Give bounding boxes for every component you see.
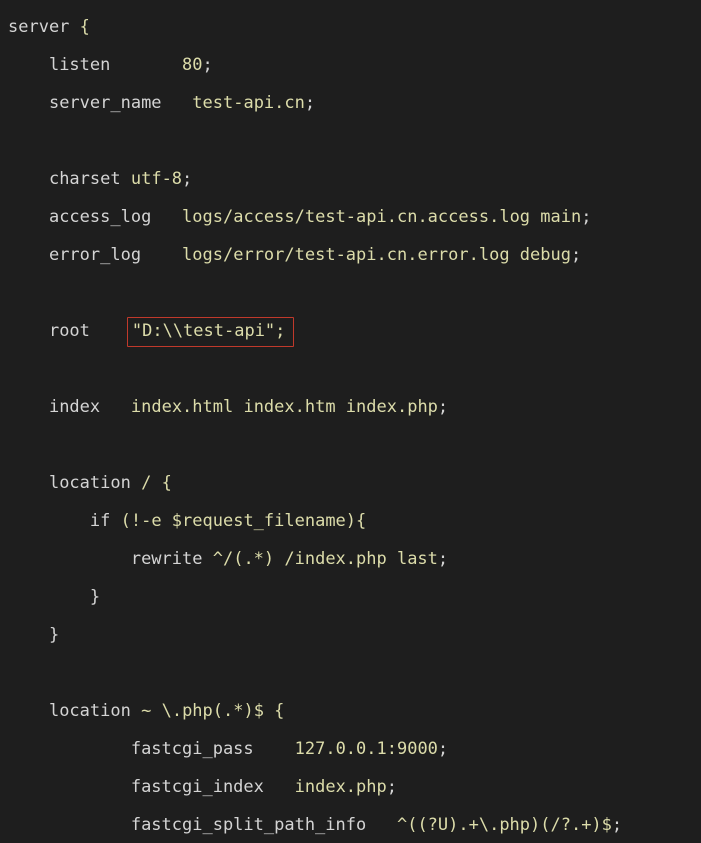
semicolon: ; — [438, 549, 448, 569]
value-access-log: logs/access/test-api.cn.access.log main — [182, 207, 581, 227]
value-rewrite: ^/(.*) /index.php last — [213, 549, 438, 569]
semicolon: ; — [438, 739, 448, 759]
directive-fastcgi-pass: fastcgi_pass — [131, 739, 254, 759]
directive-server-name: server_name — [49, 93, 162, 113]
directive-access-log: access_log — [49, 207, 151, 227]
semicolon: ; — [581, 207, 591, 227]
value-location-root: / { — [141, 473, 172, 493]
value-error-log: logs/error/test-api.cn.error.log debug — [182, 245, 571, 265]
value-if-condition: (!-e $request_filename){ — [121, 511, 367, 531]
pad — [264, 777, 284, 797]
directive-listen: listen — [49, 55, 110, 75]
semicolon: ; — [438, 397, 448, 417]
semicolon: ; — [571, 245, 581, 265]
highlighted-root-path: "D:\\test-api"; — [127, 317, 295, 347]
value-charset: utf-8 — [131, 169, 182, 189]
pad — [366, 815, 386, 835]
directive-if: if — [90, 511, 110, 531]
value-fastcgi-split-path-info: ^((?U).+\.php)(/?.+)$ — [397, 815, 612, 835]
value-fastcgi-index: index.php — [295, 777, 387, 797]
directive-location: location — [49, 473, 131, 493]
pad — [90, 321, 121, 341]
directive-location-php: location — [49, 701, 131, 721]
directive-fastcgi-index: fastcgi_index — [131, 777, 264, 797]
value-listen: 80 — [182, 55, 202, 75]
pad — [162, 93, 182, 113]
pad — [100, 397, 120, 417]
directive-index: index — [49, 397, 100, 417]
value-fastcgi-pass: 127.0.0.1:9000 — [295, 739, 438, 759]
brace-close: } — [90, 587, 100, 607]
value-location-php: \.php(.*)$ { — [162, 701, 285, 721]
value-index: index.html index.htm index.php — [131, 397, 438, 417]
semicolon: ; — [305, 93, 315, 113]
directive-error-log: error_log — [49, 245, 141, 265]
value-server-name: test-api.cn — [192, 93, 305, 113]
pad — [151, 207, 171, 227]
semicolon: ; — [182, 169, 192, 189]
pad — [254, 739, 285, 759]
brace-open: { — [80, 17, 90, 37]
pad — [141, 245, 172, 265]
directive-fastcgi-split-path-info: fastcgi_split_path_info — [131, 815, 366, 835]
directive-root: root — [49, 321, 90, 341]
semicolon: ; — [612, 815, 622, 835]
pad — [110, 55, 171, 75]
directive-server: server — [8, 17, 69, 37]
directive-rewrite: rewrite — [131, 549, 203, 569]
brace-close: } — [49, 625, 59, 645]
semicolon: ; — [203, 55, 213, 75]
semicolon: ; — [387, 777, 397, 797]
nginx-config-snippet: server { listen 80; server_name test-api… — [0, 0, 701, 843]
directive-charset: charset — [49, 169, 121, 189]
location-tilde: ~ — [141, 701, 151, 721]
